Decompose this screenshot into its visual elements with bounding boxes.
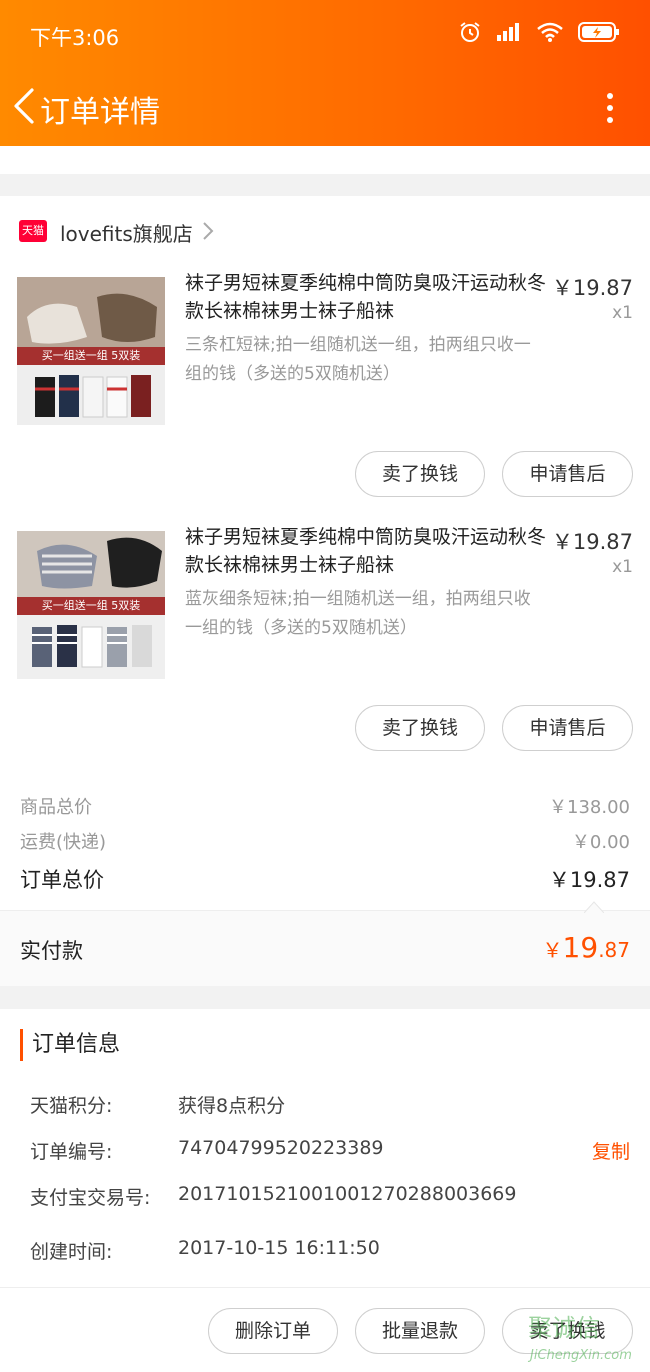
product-title[interactable]: 袜子男短袜夏季纯棉中筒防臭吸汗运动秋冬款长袜棉袜男士袜子船袜 [185,269,547,325]
payment-integer: 19 [562,931,599,964]
actual-payment-label: 实付款 [20,939,83,963]
battery-icon [578,22,619,42]
store-name[interactable]: lovefits旗舰店 [60,218,193,247]
order-card: 天猫 lovefits旗舰店 买一组送一组 5双装 袜子男短袜夏季纯棉中筒防臭吸… [0,196,650,986]
points-label: 天猫积分: [30,1095,113,1117]
shipping-value: ￥0.00 [571,832,630,853]
goods-total-value: ￥138.00 [549,797,630,818]
alarm-icon [460,22,480,42]
product-price: ￥19.87 [551,276,633,300]
status-time: 下午3:06 [30,26,120,50]
store-row[interactable]: 天猫 lovefits旗舰店 [0,196,650,266]
product-price: ￥19.87 [551,530,633,554]
order-number-row: 订单编号: 74704799520223389 复制 [30,1137,630,1167]
copy-order-number-button[interactable]: 复制 [592,1137,630,1164]
product-quantity: x1 [612,557,633,577]
created-time-value: 2017-10-15 16:11:50 [178,1237,380,1259]
watermark-url: JiChengXin.com [530,1348,632,1363]
product-title[interactable]: 袜子男短袜夏季纯棉中筒防臭吸汗运动秋冬款长袜棉袜男士袜子船袜 [185,523,547,579]
product-thumbnail[interactable]: 买一组送一组 5双装 [17,277,165,425]
caret-up-icon [584,901,604,913]
more-options-icon[interactable] [596,88,624,128]
nav-bar: 订单详情 [0,70,650,146]
goods-total-label: 商品总价 [20,797,92,818]
batch-refund-button[interactable]: 批量退款 [355,1308,485,1354]
order-number-value: 74704799520223389 [178,1137,384,1159]
order-item: 买一组送一组 5双装 袜子男短袜夏季纯棉中筒防臭吸汗运动秋冬款长袜棉袜男士袜子船… [0,521,650,775]
points-value: 获得8点积分 [178,1095,286,1117]
order-item: 买一组送一组 5双装 袜子男短袜夏季纯棉中筒防臭吸汗运动秋冬款长袜棉袜男士袜子船… [0,267,650,521]
points-row: 天猫积分: 获得8点积分 [30,1091,630,1121]
thumbnail-caption: 买一组送一组 5双装 [41,349,141,362]
product-spec: 三条杠短袜;拍一组随机送一组，拍两组只收一组的钱（多送的5双随机送） [185,335,531,384]
alipay-value: 2017101521001001270288003669 [178,1183,517,1205]
order-number-label: 订单编号: [30,1141,113,1163]
footer-divider [0,1287,650,1288]
delete-order-button[interactable]: 删除订单 [208,1308,338,1354]
after-sale-button[interactable]: 申请售后 [502,705,633,751]
payment-decimal: .87 [598,938,630,962]
page-title: 订单详情 [40,95,160,130]
status-bar: 下午3:06 [0,0,650,70]
alipay-label: 支付宝交易号: [30,1187,151,1209]
goods-total-row: 商品总价 ￥138.00 [0,793,650,827]
created-time-label: 创建时间: [30,1241,113,1263]
product-thumbnail[interactable]: 买一组送一组 5双装 [17,531,165,679]
status-icons [458,20,620,44]
created-time-row: 创建时间: 2017-10-15 16:11:50 [30,1237,630,1267]
order-total-row: 订单总价 ￥19.87 [0,864,650,898]
top-spacer [0,146,650,174]
sell-for-cash-button[interactable]: 卖了换钱 [355,705,485,751]
watermark-text: 聚诚信 [528,1314,600,1342]
app-header: 下午3:06 订单详情 [0,0,650,146]
alipay-row: 支付宝交易号: 2017101521001001270288003669 [30,1183,630,1213]
product-spec: 蓝灰细条短袜;拍一组随机送一组，拍两组只收一组的钱（多送的5双随机送） [185,589,531,638]
shipping-row: 运费(快递) ￥0.00 [0,828,650,862]
payment-currency: ￥ [542,938,563,962]
order-total-value: ￥19.87 [548,868,630,892]
watermark: 聚诚信 JiChengXin.com [528,1308,650,1372]
signal-icon [497,23,519,41]
actual-payment-value: ￥19.87 [543,931,630,964]
actual-payment-box: 实付款 ￥19.87 [0,901,650,986]
order-info-title: 订单信息 [20,1029,120,1061]
tmall-logo-icon: 天猫 [19,220,47,242]
thumbnail-caption: 买一组送一组 5双装 [41,599,141,612]
shipping-label: 运费(快递) [20,832,107,853]
sell-for-cash-button[interactable]: 卖了换钱 [355,451,485,497]
after-sale-button[interactable]: 申请售后 [502,451,633,497]
order-total-label: 订单总价 [20,868,104,892]
product-quantity: x1 [612,303,633,323]
wifi-icon [537,22,563,42]
chevron-right-icon[interactable] [200,220,216,242]
back-arrow-icon[interactable] [8,86,44,126]
